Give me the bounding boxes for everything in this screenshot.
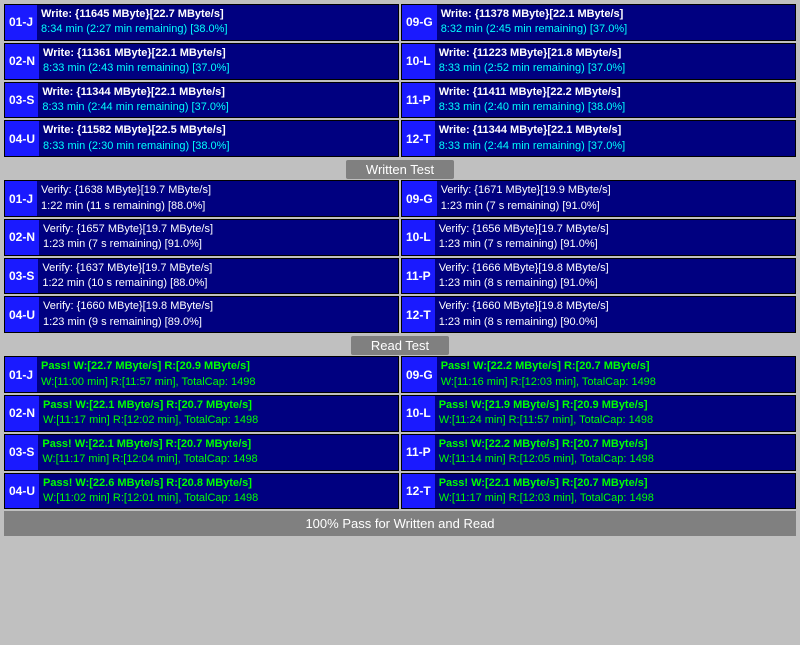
- pass-info: Pass! W:[22.1 MByte/s] R:[20.7 MByte/s] …: [38, 435, 398, 470]
- drive-cell-11-p: 11-P Write: {11411 MByte}[22.2 MByte/s] …: [401, 82, 796, 119]
- pass-test-grid: 01-J Pass! W:[22.7 MByte/s] R:[20.9 MByt…: [4, 356, 796, 509]
- drive-label: 09-G: [402, 5, 437, 40]
- verify-info: Verify: {1637 MByte}[19.7 MByte/s] 1:22 …: [38, 259, 398, 294]
- pass-cell-10-l: 10-L Pass! W:[21.9 MByte/s] R:[20.9 MByt…: [401, 395, 796, 432]
- pass-label: 03-S: [5, 435, 38, 470]
- verify-label: 02-N: [5, 220, 39, 255]
- drive-label: 02-N: [5, 44, 39, 79]
- pass-label: 04-U: [5, 474, 39, 509]
- drive-cell-12-t: 12-T Write: {11344 MByte}[22.1 MByte/s] …: [401, 120, 796, 157]
- read-test-divider: Read Test: [4, 335, 796, 356]
- drive-info: Write: {11378 MByte}[22.1 MByte/s] 8:32 …: [437, 5, 795, 40]
- drive-cell-09-g: 09-G Write: {11378 MByte}[22.1 MByte/s] …: [401, 4, 796, 41]
- footer-bar: 100% Pass for Written and Read: [4, 511, 796, 536]
- drive-info: Write: {11411 MByte}[22.2 MByte/s] 8:33 …: [435, 83, 795, 118]
- verify-cell-11-p: 11-P Verify: {1666 MByte}[19.8 MByte/s] …: [401, 258, 796, 295]
- drive-label: 10-L: [402, 44, 435, 79]
- verify-label: 10-L: [402, 220, 435, 255]
- drive-info: Write: {11223 MByte}[21.8 MByte/s] 8:33 …: [435, 44, 795, 79]
- verify-info: Verify: {1656 MByte}[19.7 MByte/s] 1:23 …: [435, 220, 795, 255]
- drive-cell-04-u: 04-U Write: {11582 MByte}[22.5 MByte/s] …: [4, 120, 399, 157]
- verify-info: Verify: {1666 MByte}[19.8 MByte/s] 1:23 …: [435, 259, 795, 294]
- drive-info: Write: {11344 MByte}[22.1 MByte/s] 8:33 …: [435, 121, 795, 156]
- drive-cell-02-n: 02-N Write: {11361 MByte}[22.1 MByte/s] …: [4, 43, 399, 80]
- verify-label: 04-U: [5, 297, 39, 332]
- verify-info: Verify: {1660 MByte}[19.8 MByte/s] 1:23 …: [435, 297, 795, 332]
- main-container: 01-J Write: {11645 MByte}[22.7 MByte/s] …: [0, 0, 800, 540]
- verify-cell-04-u: 04-U Verify: {1660 MByte}[19.8 MByte/s] …: [4, 296, 399, 333]
- pass-info: Pass! W:[22.1 MByte/s] R:[20.7 MByte/s] …: [435, 474, 795, 509]
- read-test-label: Read Test: [351, 336, 449, 355]
- verify-label: 03-S: [5, 259, 38, 294]
- drive-cell-10-l: 10-L Write: {11223 MByte}[21.8 MByte/s] …: [401, 43, 796, 80]
- verify-cell-12-t: 12-T Verify: {1660 MByte}[19.8 MByte/s] …: [401, 296, 796, 333]
- pass-info: Pass! W:[22.7 MByte/s] R:[20.9 MByte/s] …: [37, 357, 398, 392]
- verify-info: Verify: {1671 MByte}[19.9 MByte/s] 1:23 …: [437, 181, 795, 216]
- pass-cell-11-p: 11-P Pass! W:[22.2 MByte/s] R:[20.7 MByt…: [401, 434, 796, 471]
- pass-label: 12-T: [402, 474, 435, 509]
- pass-label: 02-N: [5, 396, 39, 431]
- verify-label: 09-G: [402, 181, 437, 216]
- drive-cell-03-s: 03-S Write: {11344 MByte}[22.1 MByte/s] …: [4, 82, 399, 119]
- verify-info: Verify: {1657 MByte}[19.7 MByte/s] 1:23 …: [39, 220, 398, 255]
- drive-info: Write: {11645 MByte}[22.7 MByte/s] 8:34 …: [37, 5, 398, 40]
- pass-info: Pass! W:[22.2 MByte/s] R:[20.7 MByte/s] …: [435, 435, 795, 470]
- drive-info: Write: {11582 MByte}[22.5 MByte/s] 8:33 …: [39, 121, 398, 156]
- written-test-label: Written Test: [346, 160, 454, 179]
- verify-info: Verify: {1638 MByte}[19.7 MByte/s] 1:22 …: [37, 181, 398, 216]
- verify-label: 01-J: [5, 181, 37, 216]
- pass-info: Pass! W:[21.9 MByte/s] R:[20.9 MByte/s] …: [435, 396, 795, 431]
- drive-label: 01-J: [5, 5, 37, 40]
- verify-cell-03-s: 03-S Verify: {1637 MByte}[19.7 MByte/s] …: [4, 258, 399, 295]
- pass-info: Pass! W:[22.2 MByte/s] R:[20.7 MByte/s] …: [437, 357, 795, 392]
- drive-cell-01-j: 01-J Write: {11645 MByte}[22.7 MByte/s] …: [4, 4, 399, 41]
- written-test-grid: 01-J Write: {11645 MByte}[22.7 MByte/s] …: [4, 4, 796, 157]
- verify-info: Verify: {1660 MByte}[19.8 MByte/s] 1:23 …: [39, 297, 398, 332]
- drive-label: 04-U: [5, 121, 39, 156]
- pass-info: Pass! W:[22.1 MByte/s] R:[20.7 MByte/s] …: [39, 396, 398, 431]
- drive-info: Write: {11344 MByte}[22.1 MByte/s] 8:33 …: [38, 83, 398, 118]
- verify-label: 11-P: [402, 259, 435, 294]
- pass-label: 11-P: [402, 435, 435, 470]
- verify-label: 12-T: [402, 297, 435, 332]
- pass-cell-02-n: 02-N Pass! W:[22.1 MByte/s] R:[20.7 MByt…: [4, 395, 399, 432]
- drive-label: 11-P: [402, 83, 435, 118]
- footer-label: 100% Pass for Written and Read: [305, 516, 494, 531]
- pass-cell-09-g: 09-G Pass! W:[22.2 MByte/s] R:[20.7 MByt…: [401, 356, 796, 393]
- drive-label: 12-T: [402, 121, 435, 156]
- pass-cell-01-j: 01-J Pass! W:[22.7 MByte/s] R:[20.9 MByt…: [4, 356, 399, 393]
- verify-cell-01-j: 01-J Verify: {1638 MByte}[19.7 MByte/s] …: [4, 180, 399, 217]
- pass-cell-04-u: 04-U Pass! W:[22.6 MByte/s] R:[20.8 MByt…: [4, 473, 399, 510]
- verify-cell-09-g: 09-G Verify: {1671 MByte}[19.9 MByte/s] …: [401, 180, 796, 217]
- verify-cell-10-l: 10-L Verify: {1656 MByte}[19.7 MByte/s] …: [401, 219, 796, 256]
- verify-cell-02-n: 02-N Verify: {1657 MByte}[19.7 MByte/s] …: [4, 219, 399, 256]
- pass-cell-03-s: 03-S Pass! W:[22.1 MByte/s] R:[20.7 MByt…: [4, 434, 399, 471]
- pass-info: Pass! W:[22.6 MByte/s] R:[20.8 MByte/s] …: [39, 474, 398, 509]
- pass-cell-12-t: 12-T Pass! W:[22.1 MByte/s] R:[20.7 MByt…: [401, 473, 796, 510]
- pass-label: 10-L: [402, 396, 435, 431]
- drive-info: Write: {11361 MByte}[22.1 MByte/s] 8:33 …: [39, 44, 398, 79]
- pass-label: 09-G: [402, 357, 437, 392]
- written-test-divider: Written Test: [4, 159, 796, 180]
- pass-label: 01-J: [5, 357, 37, 392]
- drive-label: 03-S: [5, 83, 38, 118]
- verify-test-grid: 01-J Verify: {1638 MByte}[19.7 MByte/s] …: [4, 180, 796, 333]
